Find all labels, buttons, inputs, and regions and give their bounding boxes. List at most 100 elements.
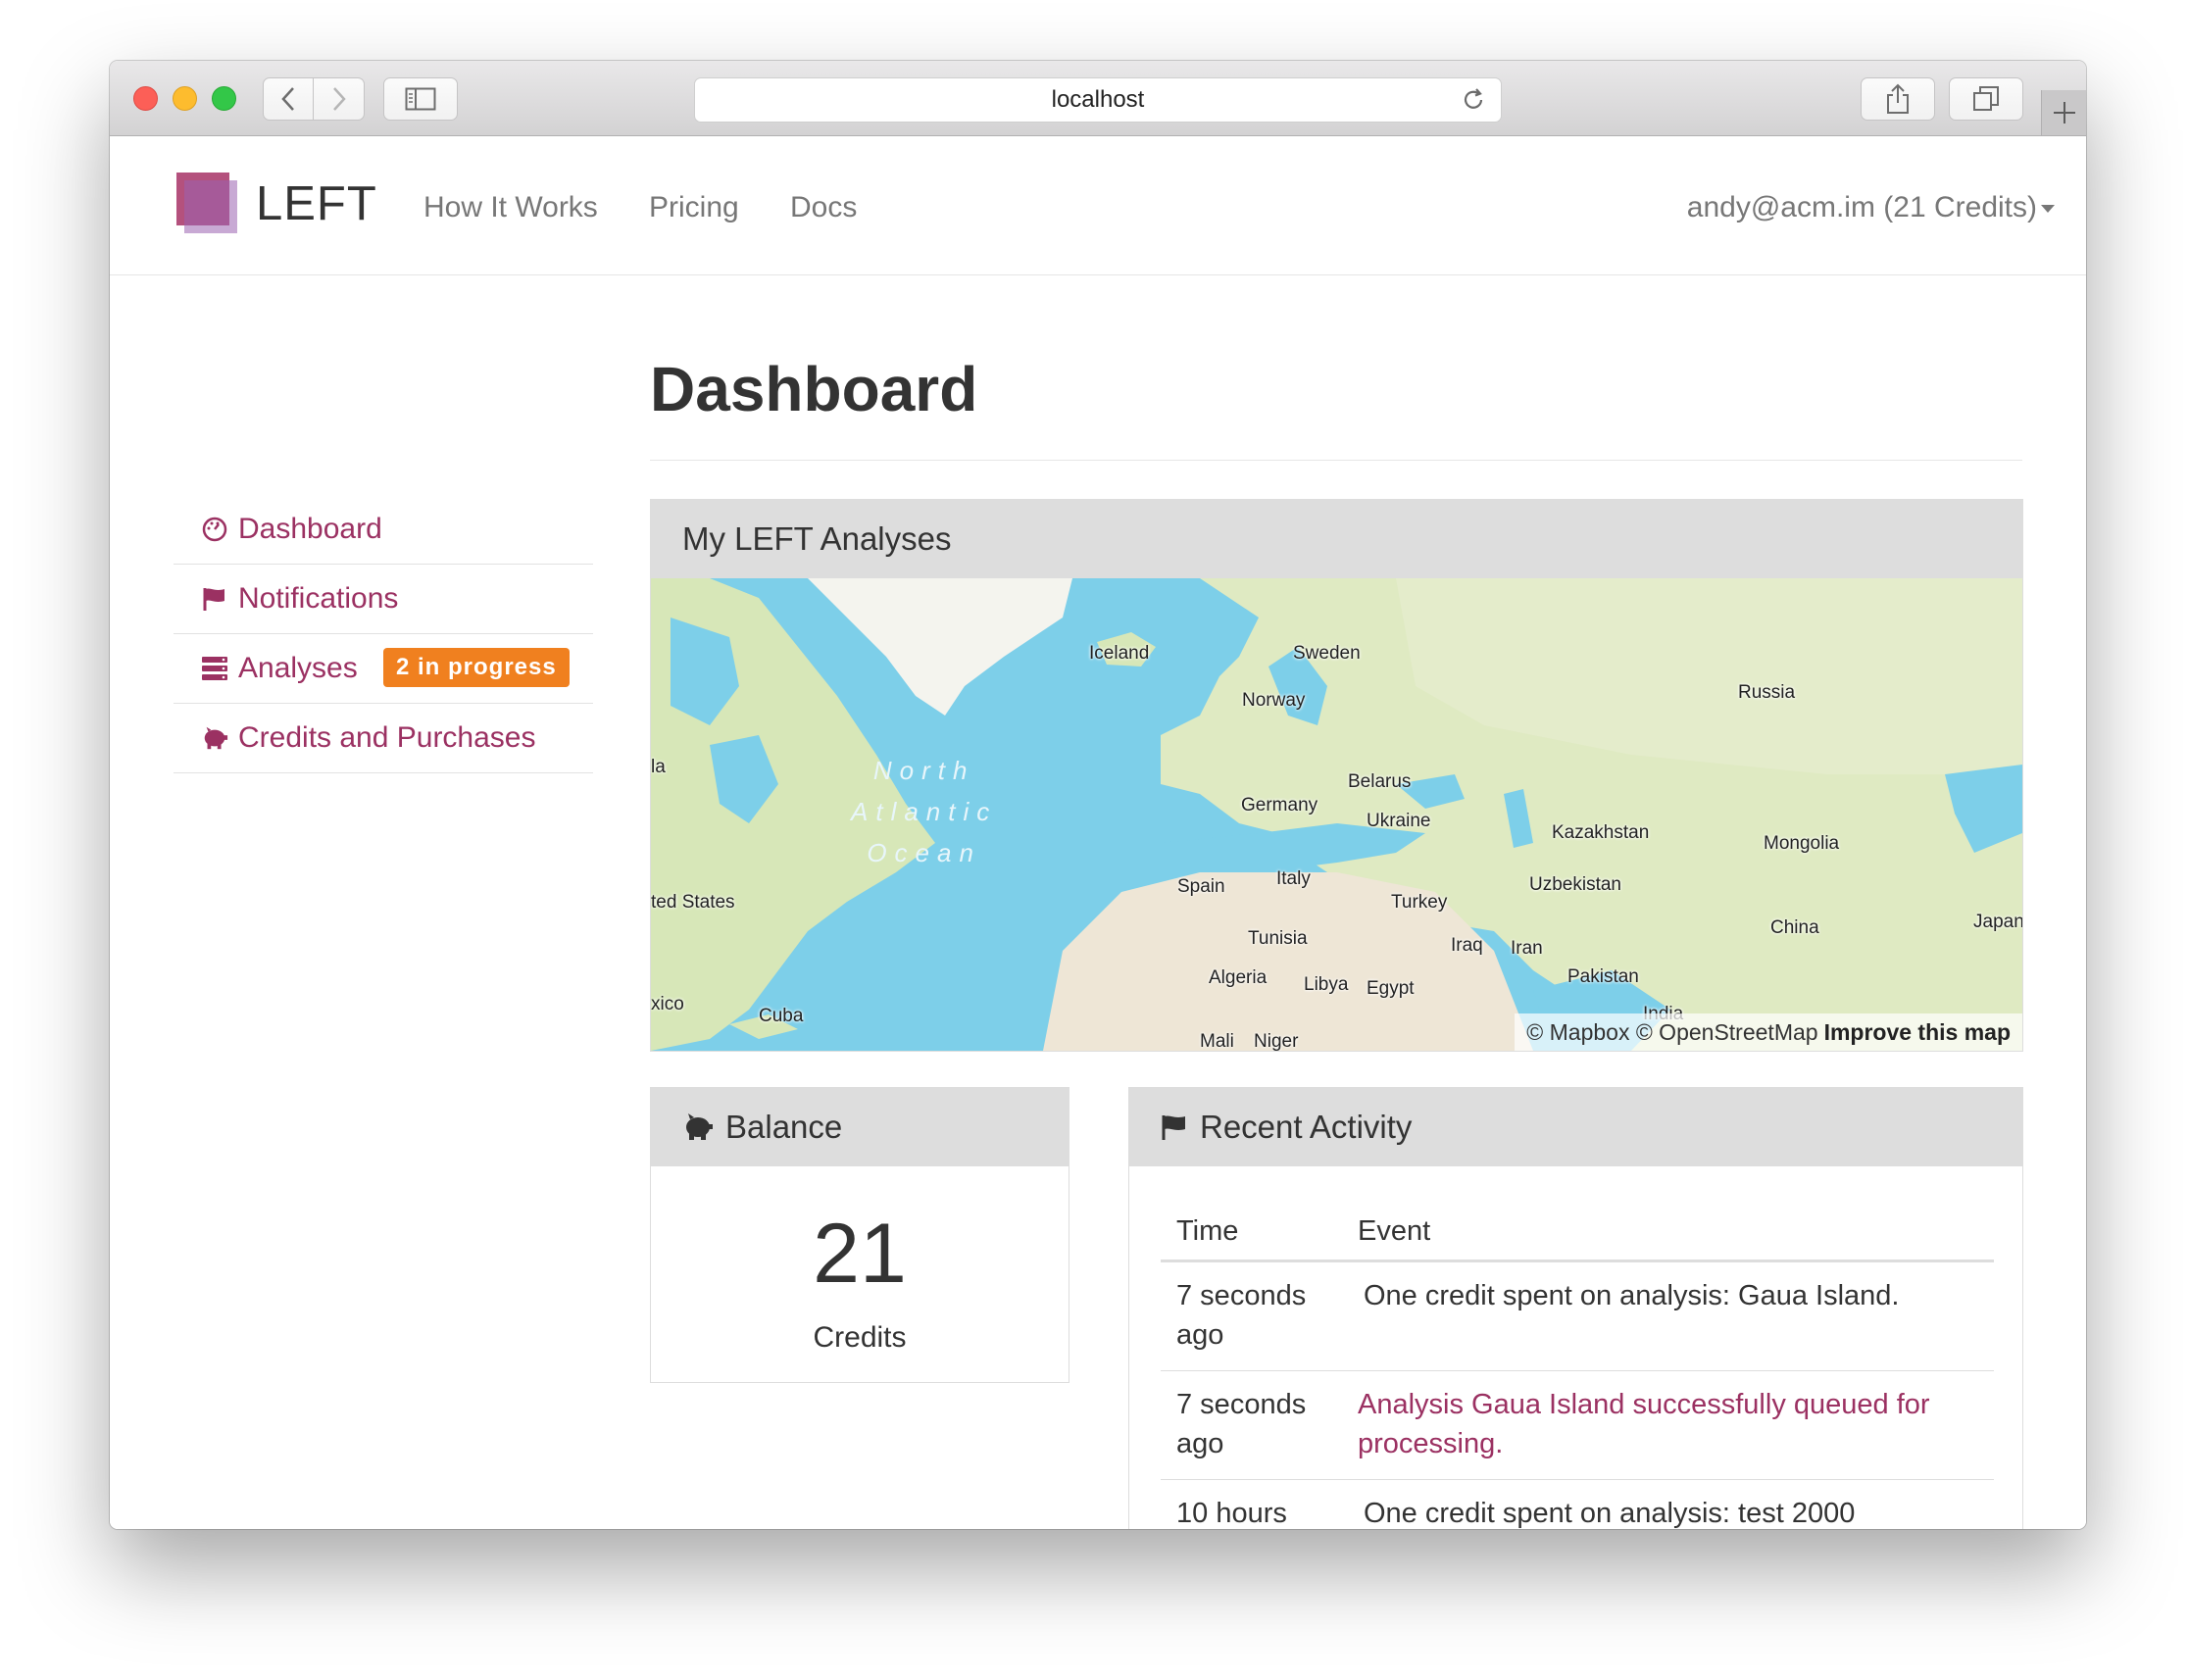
map-label: Iceland bbox=[1089, 643, 1150, 664]
url-text: localhost bbox=[1051, 86, 1145, 113]
tabs-icon bbox=[1973, 86, 1999, 111]
nav-pricing[interactable]: Pricing bbox=[649, 191, 739, 224]
ocean-label: North Atlantic Ocean bbox=[851, 756, 998, 867]
activity-panel-header: Recent Activity bbox=[1129, 1088, 2022, 1166]
page-title: Dashboard bbox=[650, 354, 978, 424]
sidebar-item-dashboard[interactable]: Dashboard bbox=[174, 495, 593, 565]
flag-icon bbox=[1161, 1113, 1188, 1141]
map-attribution: © Mapbox © OpenStreetMap Improve this ma… bbox=[1515, 1013, 2022, 1051]
activity-time: 7 seconds ago bbox=[1176, 1389, 1307, 1459]
left-logo[interactable] bbox=[176, 173, 237, 233]
map-label: Libya bbox=[1304, 974, 1349, 995]
show-tabs-button[interactable] bbox=[1949, 77, 2023, 121]
chevron-left-icon bbox=[281, 87, 294, 111]
share-button[interactable] bbox=[1861, 77, 1935, 121]
user-account-dropdown[interactable]: andy@acm.im (21 Credits) bbox=[1687, 191, 2055, 224]
piggy-bank-icon bbox=[201, 724, 228, 752]
column-header-time: Time bbox=[1176, 1215, 1239, 1247]
user-email-credits: andy@acm.im (21 Credits) bbox=[1686, 191, 2037, 223]
map-label: Uzbekistan bbox=[1529, 874, 1621, 895]
in-progress-badge: 2 in progress bbox=[383, 648, 570, 687]
map-label: Cuba bbox=[759, 1006, 804, 1026]
web-page: LEFT How It Works Pricing Docs andy@acm.… bbox=[110, 137, 2086, 1529]
map-label: Iraq bbox=[1451, 935, 1483, 956]
map-label: Germany bbox=[1241, 795, 1318, 815]
activity-event: One credit spent on analysis: Gaua Islan… bbox=[1364, 1280, 1900, 1311]
map-label: Russia bbox=[1738, 682, 1796, 703]
map-label: Spain bbox=[1177, 876, 1225, 897]
reload-icon[interactable] bbox=[1460, 86, 1487, 121]
credit-balance-value: 21 bbox=[813, 1207, 907, 1301]
map-label: Iran bbox=[1511, 938, 1543, 959]
recent-activity-panel: Recent Activity Time Event 7 seconds ago… bbox=[1128, 1087, 2023, 1529]
piggy-bank-icon bbox=[682, 1113, 714, 1141]
attribution-text[interactable]: © Mapbox © OpenStreetMap bbox=[1526, 1019, 1817, 1046]
sidebar-toggle-button[interactable] bbox=[383, 77, 458, 121]
new-tab-button[interactable] bbox=[2041, 90, 2086, 135]
back-button[interactable] bbox=[263, 77, 314, 121]
caret-down-icon bbox=[2041, 205, 2055, 214]
address-bar[interactable]: localhost bbox=[694, 77, 1502, 123]
panel-title: My LEFT Analyses bbox=[682, 520, 952, 557]
sidebar-item-label: Analyses bbox=[238, 652, 358, 684]
browser-toolbar: localhost bbox=[110, 61, 2086, 136]
map-label: Norway bbox=[1242, 690, 1306, 711]
analyses-panel-header: My LEFT Analyses bbox=[651, 500, 2022, 578]
zoom-window-button[interactable] bbox=[212, 86, 236, 111]
column-header-event: Event bbox=[1358, 1215, 1431, 1247]
dashboard-icon bbox=[201, 516, 228, 543]
sidebar-item-label: Notifications bbox=[238, 582, 399, 615]
map-label: Niger bbox=[1254, 1031, 1299, 1051]
activity-time: 7 seconds ago bbox=[1176, 1280, 1307, 1351]
sidebar-item-notifications[interactable]: Notifications bbox=[174, 565, 593, 634]
forward-button[interactable] bbox=[314, 77, 365, 121]
server-icon bbox=[201, 655, 228, 682]
sidebar-item-credits[interactable]: Credits and Purchases bbox=[174, 704, 593, 773]
sidebar-item-label: Dashboard bbox=[238, 513, 382, 545]
activity-time: 10 hours ago bbox=[1176, 1498, 1287, 1529]
map-label: Mongolia bbox=[1764, 833, 1840, 854]
sidebar-item-analyses[interactable]: Analyses 2 in progress bbox=[174, 634, 593, 704]
map-label: xico bbox=[651, 994, 684, 1014]
map-label: Belarus bbox=[1348, 771, 1412, 792]
credit-balance-unit: Credits bbox=[813, 1321, 907, 1354]
brand-name[interactable]: LEFT bbox=[256, 176, 377, 231]
nav-how-it-works[interactable]: How It Works bbox=[423, 191, 598, 224]
balance-panel-header: Balance bbox=[651, 1088, 1069, 1166]
map-label: Mali bbox=[1200, 1031, 1234, 1051]
flag-icon bbox=[201, 585, 228, 613]
analyses-panel: My LEFT Analyses North Atlantic Ocean Ic… bbox=[650, 499, 2023, 1052]
map-label: Sweden bbox=[1293, 643, 1361, 664]
map-label: la bbox=[651, 757, 666, 777]
browser-window: localhost LEFT How It Works Pricing Docs… bbox=[110, 61, 2086, 1529]
activity-event: One credit spent on analysis: test 2000 bbox=[1364, 1498, 1856, 1529]
minimize-window-button[interactable] bbox=[173, 86, 197, 111]
sidebar-nav: Dashboard Notifications Analyses 2 in pr… bbox=[174, 495, 593, 773]
table-header: Time Event bbox=[1161, 1215, 1994, 1262]
table-row: 7 seconds ago One credit spent on analys… bbox=[1161, 1262, 1994, 1371]
plus-icon bbox=[2053, 102, 2075, 124]
panel-title: Balance bbox=[725, 1109, 843, 1145]
activity-table: Time Event 7 seconds ago One credit spen… bbox=[1161, 1215, 1994, 1529]
activity-event-link[interactable]: Analysis Gaua Island successfully queued… bbox=[1342, 1385, 1994, 1463]
improve-map-link[interactable]: Improve this map bbox=[1824, 1019, 2011, 1046]
analyses-map[interactable]: North Atlantic Ocean Iceland Sweden Norw… bbox=[651, 578, 2022, 1051]
map-label: Ukraine bbox=[1367, 811, 1431, 831]
map-label: ted States bbox=[651, 892, 735, 913]
map-label: Tunisia bbox=[1248, 928, 1308, 949]
sidebar-item-label: Credits and Purchases bbox=[238, 721, 536, 754]
balance-panel: Balance 21 Credits bbox=[650, 1087, 1069, 1383]
title-divider bbox=[650, 460, 2022, 461]
map-label: Algeria bbox=[1209, 967, 1268, 988]
sidebar-icon bbox=[405, 87, 436, 111]
site-navbar: LEFT How It Works Pricing Docs andy@acm.… bbox=[110, 137, 2086, 275]
share-icon bbox=[1887, 83, 1909, 114]
map-label: Kazakhstan bbox=[1552, 822, 1650, 843]
map-label: Pakistan bbox=[1567, 966, 1639, 987]
close-window-button[interactable] bbox=[133, 86, 158, 111]
map-label: Italy bbox=[1276, 868, 1311, 889]
map-label: Japan bbox=[1973, 912, 2022, 932]
nav-docs[interactable]: Docs bbox=[790, 191, 857, 224]
map-label: China bbox=[1770, 917, 1819, 938]
table-row: 7 seconds ago Analysis Gaua Island succe… bbox=[1161, 1371, 1994, 1480]
